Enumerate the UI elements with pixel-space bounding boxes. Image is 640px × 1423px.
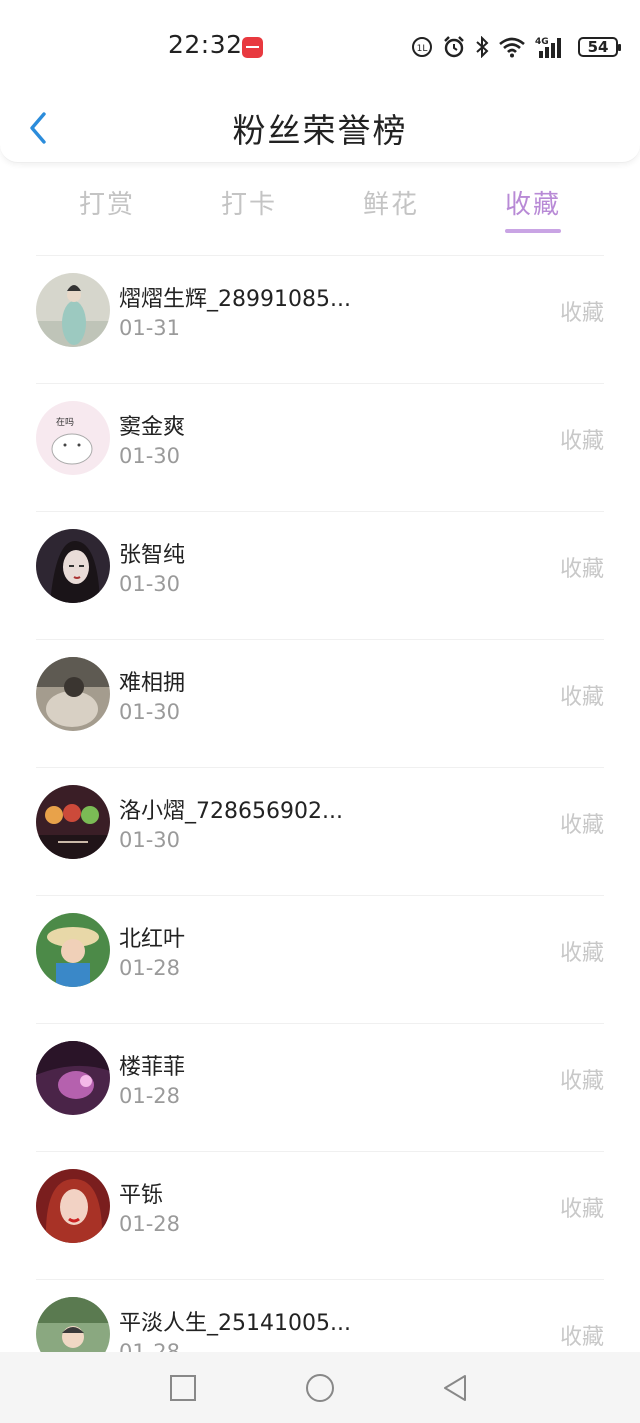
favorite-action-label: 收藏 — [559, 557, 604, 582]
recent-apps-button[interactable] — [165, 1370, 201, 1406]
user-name: 张智纯 — [119, 543, 186, 568]
user-name: 北红叶 — [119, 927, 186, 952]
list-item[interactable]: 楼菲菲 01-28 收藏 — [0, 1023, 640, 1151]
favorite-action-label: 收藏 — [559, 301, 604, 326]
status-bar: 22:32 1L 4G 54 — [0, 0, 640, 96]
date: 01-28 — [119, 956, 181, 980]
user-name: 熠熠生辉_28991085... — [119, 287, 351, 312]
avatar[interactable] — [36, 529, 110, 603]
list-item[interactable]: 熠熠生辉_28991085... 01-31 收藏 — [0, 255, 640, 383]
date: 01-31 — [119, 316, 181, 340]
alarm-icon — [442, 35, 466, 59]
cellular-signal-icon: 4G — [535, 35, 565, 59]
date: 01-30 — [119, 828, 181, 852]
date: 01-28 — [119, 1212, 181, 1236]
bluetooth-icon — [475, 36, 489, 58]
avatar[interactable] — [36, 1041, 110, 1115]
favorite-action-label: 收藏 — [559, 941, 604, 966]
favorite-action-label: 收藏 — [559, 1197, 604, 1222]
system-navigation-bar — [0, 1352, 640, 1423]
list-item[interactable]: 北红叶 01-28 收藏 — [0, 895, 640, 1023]
circle-icon — [306, 1374, 334, 1402]
tab-favorites[interactable]: 收藏 — [473, 184, 593, 221]
list-item[interactable]: 平铄 01-28 收藏 — [0, 1151, 640, 1279]
user-name: 窦金爽 — [119, 415, 186, 440]
list-item[interactable]: 难相拥 01-30 收藏 — [0, 639, 640, 767]
list-item[interactable]: 张智纯 01-30 收藏 — [0, 511, 640, 639]
svg-text:1L: 1L — [417, 44, 428, 54]
app-notification-icon — [242, 37, 263, 58]
favorite-action-label: 收藏 — [559, 685, 604, 710]
date: 01-30 — [119, 572, 181, 596]
tab-flowers[interactable]: 鲜花 — [331, 184, 451, 221]
wifi-icon — [498, 36, 526, 58]
avatar[interactable]: 在吗 — [36, 401, 110, 475]
list-item[interactable]: 在吗 窦金爽 01-30 收藏 — [0, 383, 640, 511]
user-name: 平铄 — [119, 1183, 164, 1208]
user-name: 洛小熠_728656902... — [119, 799, 343, 824]
avatar[interactable] — [36, 913, 110, 987]
home-button[interactable] — [302, 1370, 338, 1406]
favorite-action-label: 收藏 — [559, 813, 604, 838]
avatar[interactable] — [36, 1169, 110, 1243]
favorite-action-label: 收藏 — [559, 1069, 604, 1094]
top-header-card: 22:32 1L 4G 54 粉丝荣誉榜 — [0, 0, 640, 163]
avatar[interactable] — [36, 273, 110, 347]
back-nav-button[interactable] — [437, 1370, 473, 1406]
network-type-label: 4G — [535, 37, 549, 47]
list-item[interactable]: 洛小熠_728656902... 01-30 收藏 — [0, 767, 640, 895]
status-icons: 1L 4G 54 — [411, 32, 621, 62]
svg-text:在吗: 在吗 — [56, 416, 74, 428]
favorite-action-label: 收藏 — [559, 1325, 604, 1350]
user-name: 难相拥 — [119, 671, 186, 696]
avatar[interactable] — [36, 785, 110, 859]
tab-reward[interactable]: 打赏 — [47, 184, 167, 221]
user-name: 平淡人生_25141005... — [119, 1311, 351, 1336]
favorite-action-label: 收藏 — [559, 429, 604, 454]
tab-active-indicator — [505, 229, 561, 233]
date: 01-30 — [119, 700, 181, 724]
battery-icon: 54 — [578, 37, 621, 57]
date: 01-30 — [119, 444, 181, 468]
status-time: 22:32 — [168, 30, 243, 59]
triangle-back-icon — [444, 1375, 466, 1401]
page-title: 粉丝荣誉榜 — [232, 111, 408, 150]
tab-checkin[interactable]: 打卡 — [189, 184, 309, 221]
avatar[interactable] — [36, 657, 110, 731]
fan-list: 熠熠生辉_28991085... 01-31 收藏 在吗 窦金爽 01-30 收… — [0, 255, 640, 1407]
square-icon — [170, 1375, 196, 1401]
header: 粉丝荣誉榜 — [0, 96, 640, 160]
user-name: 楼菲菲 — [119, 1055, 186, 1080]
date: 01-28 — [119, 1084, 181, 1108]
hd-call-icon: 1L — [411, 36, 433, 58]
